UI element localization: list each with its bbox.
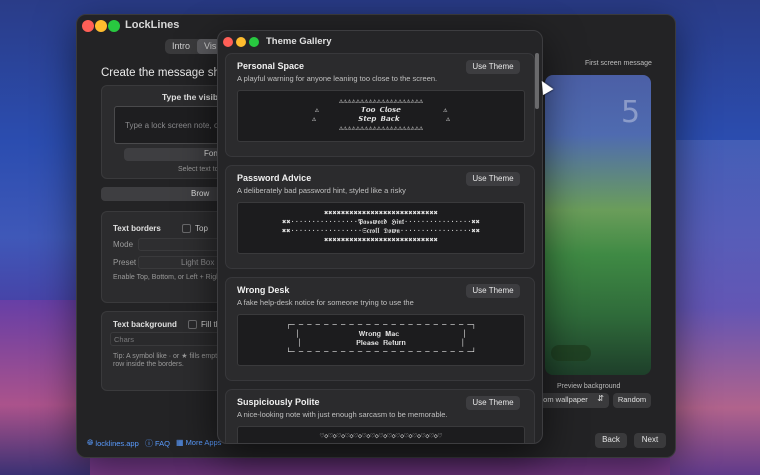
- theme-card-title: Suspiciously Polite: [237, 397, 320, 407]
- wallpaper-select[interactable]: dom wallpaper ⇵: [535, 393, 609, 408]
- top-label: Top: [195, 224, 208, 233]
- close-button[interactable]: [82, 20, 94, 32]
- borders-tip: Enable Top, Bottom, or Left + Righ: [113, 274, 221, 281]
- use-theme-button[interactable]: Use Theme: [466, 172, 520, 186]
- theme-card-desc: A fake help-desk notice for someone tryi…: [237, 298, 414, 307]
- mode-label: Mode: [113, 240, 134, 249]
- zoom-button[interactable]: [108, 20, 120, 32]
- theme-card-title: Personal Space: [237, 61, 305, 71]
- faq-link-label: FAQ: [155, 439, 171, 448]
- gallery-title: Theme Gallery: [266, 36, 332, 47]
- chars-placeholder: Chars: [114, 335, 135, 344]
- fill-checkbox[interactable]: [188, 320, 197, 329]
- art-line: ⚠⚠⚠⚠⚠⚠⚠⚠⚠⚠⚠⚠⚠⚠⚠⚠⚠⚠⚠⚠: [338, 97, 424, 105]
- site-link-label: locklines.app: [95, 438, 139, 448]
- preset-label: Preset: [113, 258, 137, 267]
- theme-preview-art: ┌─ ─ ─ ─ ─ ─ ─ ─ ─ ─ ─ ─ ─ ─ ─ ─ ─ ─ ─ ─…: [237, 314, 525, 366]
- message-label: Type the visible: [162, 92, 226, 102]
- art-line: │ 𝐖𝐫𝐨𝐧𝐠 𝐌𝐚𝐜 │: [295, 330, 467, 338]
- preview-pill: [551, 345, 591, 361]
- tab-intro[interactable]: Intro: [165, 39, 197, 54]
- theme-card-desc: A deliberately bad password hint, styled…: [237, 186, 406, 195]
- art-line: ┌─ ─ ─ ─ ─ ─ ─ ─ ─ ─ ─ ─ ─ ─ ─ ─ ─ ─ ─ ─…: [286, 321, 476, 329]
- help-icon: ⓘ: [145, 439, 153, 448]
- art-line: ✖✖·················𝕾𝖈𝖗𝖔𝖑𝖑 𝕯𝖔𝖜𝖓··········…: [282, 227, 480, 235]
- preview-background-label: Preview background: [557, 383, 621, 390]
- first-screen-label: First screen message: [585, 60, 652, 67]
- use-theme-button[interactable]: Use Theme: [466, 284, 520, 298]
- theme-card: Password Advice A deliberately bad passw…: [225, 165, 535, 269]
- theme-card-desc: A nice-looking note with just enough sar…: [237, 410, 448, 419]
- site-link[interactable]: 🌐︎ locklines.app: [87, 438, 139, 448]
- theme-card-title: Password Advice: [237, 173, 312, 183]
- art-line: ♡◇♡◇♡◇♡◇♡◇♡◇♡◇♡◇♡◇♡◇♡◇♡◇♡◇♡◇♡: [319, 432, 443, 440]
- art-line: ✖✖✖✖✖✖✖✖✖✖✖✖✖✖✖✖✖✖✖✖✖✖✖✖✖✖✖: [324, 236, 438, 244]
- top-checkbox[interactable]: [182, 224, 191, 233]
- art-line: └─ ─ ─ ─ ─ ─ ─ ─ ─ ─ ─ ─ ─ ─ ─ ─ ─ ─ ─ ─…: [286, 348, 476, 356]
- window-title: LockLines: [125, 19, 180, 31]
- gallery-minimize-button[interactable]: [236, 37, 246, 47]
- gallery-close-button[interactable]: [223, 37, 233, 47]
- wallpaper-select-value: dom wallpaper: [539, 395, 588, 404]
- art-line: ✖✖✖✖✖✖✖✖✖✖✖✖✖✖✖✖✖✖✖✖✖✖✖✖✖✖✖: [324, 209, 438, 217]
- lock-screen-preview: 5: [545, 75, 651, 375]
- art-line: ⚠⚠⚠⚠⚠⚠⚠⚠⚠⚠⚠⚠⚠⚠⚠⚠⚠⚠⚠⚠: [338, 124, 424, 132]
- theme-card: Personal Space A playful warning for any…: [225, 53, 535, 157]
- minimize-button[interactable]: [95, 20, 107, 32]
- theme-card-title: Wrong Desk: [237, 285, 290, 295]
- theme-card: Wrong Desk A fake help-desk notice for s…: [225, 277, 535, 381]
- text-background-label: Text background: [113, 320, 177, 329]
- globe-icon: 🌐︎: [87, 438, 94, 447]
- chevron-updown-icon: ⇵: [597, 394, 604, 403]
- gallery-scrollbar[interactable]: [535, 53, 539, 109]
- grid-icon: ▦: [176, 438, 184, 447]
- bg-tip-line1: Tip: A symbol like · or ★ fills empt: [113, 353, 218, 360]
- preset-value: Light Box: [181, 258, 215, 267]
- use-theme-button[interactable]: Use Theme: [466, 60, 520, 74]
- more-apps-link[interactable]: ▦ More Apps: [176, 438, 221, 447]
- random-button[interactable]: Random: [613, 393, 651, 408]
- use-theme-button[interactable]: Use Theme: [466, 396, 520, 410]
- back-button[interactable]: Back: [595, 433, 627, 448]
- art-line: ✖✖················𝕻𝖆𝖘𝖘𝖜𝖔𝖗𝖉 𝕳𝖎𝖓𝖙·········…: [282, 218, 480, 226]
- art-line: │ 𝐏𝐥𝐞𝐚𝐬𝐞 𝐑𝐞𝐭𝐮𝐫𝐧 │: [297, 339, 465, 347]
- theme-card-desc: A playful warning for anyone leaning too…: [237, 74, 438, 83]
- theme-preview-art: ⚠⚠⚠⚠⚠⚠⚠⚠⚠⚠⚠⚠⚠⚠⚠⚠⚠⚠⚠⚠ ⚠ 𝙏𝙤𝙤 𝘾𝙡𝙤𝙨𝙚 ⚠ ⚠ 𝙎𝙩𝙚…: [237, 90, 525, 142]
- text-borders-label: Text borders: [113, 224, 161, 233]
- gallery-zoom-button[interactable]: [249, 37, 259, 47]
- message-placeholder: Type a lock screen note, o: [125, 121, 219, 130]
- theme-gallery-window: Theme Gallery Personal Space A playful w…: [217, 30, 543, 444]
- theme-card: Suspiciously Polite A nice-looking note …: [225, 389, 535, 443]
- preview-clock: 5: [621, 95, 641, 130]
- bg-tip-line2: row inside the borders.: [113, 361, 184, 368]
- faq-link[interactable]: ⓘ FAQ: [145, 438, 170, 449]
- theme-preview-art: ♡◇♡◇♡◇♡◇♡◇♡◇♡◇♡◇♡◇♡◇♡◇♡◇♡◇♡◇♡: [237, 426, 525, 443]
- select-hint: Select text to: [178, 166, 219, 173]
- more-apps-label: More Apps: [185, 438, 222, 447]
- theme-preview-art: ✖✖✖✖✖✖✖✖✖✖✖✖✖✖✖✖✖✖✖✖✖✖✖✖✖✖✖ ✖✖··········…: [237, 202, 525, 254]
- art-line: ⚠ 𝙎𝙩𝙚𝙥 𝘽𝙖𝙘𝙠 ⚠: [311, 115, 451, 123]
- art-line: ⚠ 𝙏𝙤𝙤 𝘾𝙡𝙤𝙨𝙚 ⚠: [314, 106, 448, 114]
- desktop-wallpaper-right: [670, 140, 760, 475]
- next-button[interactable]: Next: [634, 433, 666, 448]
